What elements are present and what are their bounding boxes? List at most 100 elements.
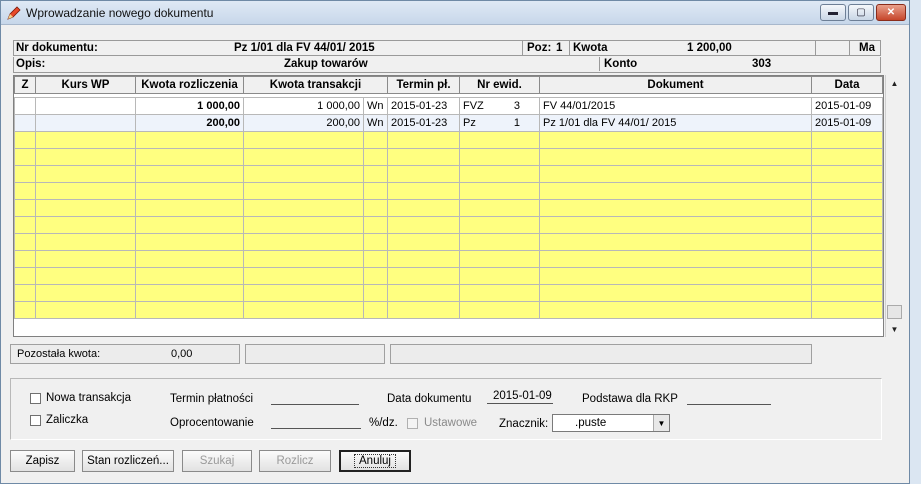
- maximize-button[interactable]: ▢: [848, 4, 874, 21]
- scroll-thumb[interactable]: [887, 305, 902, 319]
- empty-cell[interactable]: [811, 199, 883, 217]
- empty-cell[interactable]: [363, 250, 388, 268]
- empty-cell[interactable]: [14, 301, 36, 319]
- empty-cell[interactable]: [35, 165, 136, 183]
- empty-cell[interactable]: [14, 216, 36, 234]
- empty-cell[interactable]: [14, 250, 36, 268]
- empty-cell[interactable]: [458, 131, 541, 149]
- data-dokumentu-value[interactable]: 2015-01-09: [493, 390, 552, 402]
- stan-rozliczen-button[interactable]: Stan rozliczeń...: [82, 450, 174, 472]
- empty-cell[interactable]: [458, 216, 541, 234]
- empty-cell[interactable]: [35, 301, 136, 319]
- empty-cell[interactable]: [14, 131, 36, 149]
- cell-nr-ewid[interactable]: Pz 1: [458, 114, 541, 132]
- empty-cell[interactable]: [135, 250, 244, 268]
- cell-kwota-transakcji[interactable]: 1 000,00: [243, 97, 364, 115]
- empty-cell[interactable]: [811, 182, 883, 200]
- empty-cell[interactable]: [243, 216, 364, 234]
- cell-kwota-rozliczenia[interactable]: 200,00: [135, 114, 244, 132]
- empty-cell[interactable]: [14, 233, 36, 251]
- empty-cell[interactable]: [458, 267, 541, 285]
- empty-cell[interactable]: [135, 301, 244, 319]
- cell-kurs[interactable]: [35, 114, 136, 132]
- empty-row[interactable]: [14, 131, 883, 149]
- cell-kwota-transakcji[interactable]: 200,00: [243, 114, 364, 132]
- empty-cell[interactable]: [243, 267, 364, 285]
- empty-cell[interactable]: [458, 165, 541, 183]
- empty-cell[interactable]: [539, 148, 813, 166]
- empty-cell[interactable]: [539, 199, 813, 217]
- empty-cell[interactable]: [539, 301, 813, 319]
- empty-cell[interactable]: [458, 301, 541, 319]
- column-termin[interactable]: Termin pł.: [387, 76, 460, 94]
- empty-cell[interactable]: [14, 165, 36, 183]
- rozlicz-button[interactable]: Rozlicz: [259, 450, 331, 472]
- empty-cell[interactable]: [539, 131, 813, 149]
- empty-cell[interactable]: [363, 182, 388, 200]
- minimize-button[interactable]: ▬: [820, 4, 846, 21]
- empty-cell[interactable]: [135, 182, 244, 200]
- empty-cell[interactable]: [363, 148, 388, 166]
- empty-cell[interactable]: [539, 284, 813, 302]
- cell-strona[interactable]: Wn: [363, 114, 388, 132]
- scroll-down-button[interactable]: ▼: [886, 321, 903, 337]
- empty-cell[interactable]: [811, 233, 883, 251]
- cell-z[interactable]: [14, 97, 36, 115]
- cell-data[interactable]: 2015-01-09: [811, 114, 883, 132]
- cell-nr-ewid[interactable]: FVZ 3: [458, 97, 541, 115]
- empty-cell[interactable]: [363, 131, 388, 149]
- cell-termin[interactable]: 2015-01-23: [387, 114, 460, 132]
- empty-cell[interactable]: [35, 216, 136, 234]
- empty-row[interactable]: [14, 148, 883, 166]
- empty-cell[interactable]: [363, 267, 388, 285]
- empty-cell[interactable]: [243, 250, 364, 268]
- nowa-transakcja-checkbox[interactable]: [30, 393, 41, 404]
- empty-cell[interactable]: [458, 250, 541, 268]
- empty-cell[interactable]: [458, 199, 541, 217]
- empty-cell[interactable]: [811, 301, 883, 319]
- empty-row[interactable]: [14, 199, 883, 217]
- empty-cell[interactable]: [539, 267, 813, 285]
- empty-cell[interactable]: [387, 148, 460, 166]
- empty-cell[interactable]: [14, 267, 36, 285]
- cell-dokument[interactable]: FV 44/01/2015: [539, 97, 813, 115]
- empty-cell[interactable]: [458, 148, 541, 166]
- empty-cell[interactable]: [363, 284, 388, 302]
- szukaj-button[interactable]: Szukaj: [182, 450, 252, 472]
- column-nr-ewid[interactable]: Nr ewid.: [458, 76, 541, 94]
- empty-row[interactable]: [14, 284, 883, 302]
- empty-cell[interactable]: [135, 216, 244, 234]
- oprocentowanie-field[interactable]: [271, 428, 361, 429]
- empty-cell[interactable]: [811, 148, 883, 166]
- empty-cell[interactable]: [35, 284, 136, 302]
- cell-kwota-rozliczenia[interactable]: 1 000,00: [135, 97, 244, 115]
- empty-cell[interactable]: [35, 199, 136, 217]
- empty-cell[interactable]: [387, 233, 460, 251]
- empty-cell[interactable]: [35, 233, 136, 251]
- empty-cell[interactable]: [387, 301, 460, 319]
- empty-cell[interactable]: [35, 131, 136, 149]
- podstawa-rkp-field[interactable]: [687, 404, 771, 405]
- empty-cell[interactable]: [539, 216, 813, 234]
- empty-cell[interactable]: [458, 182, 541, 200]
- chevron-down-icon[interactable]: ▼: [653, 415, 669, 431]
- empty-cell[interactable]: [243, 284, 364, 302]
- empty-cell[interactable]: [35, 267, 136, 285]
- ustawowe-checkbox[interactable]: [407, 418, 418, 429]
- empty-cell[interactable]: [539, 165, 813, 183]
- empty-cell[interactable]: [363, 233, 388, 251]
- title-bar[interactable]: Wprowadzanie nowego dokumentu ▬ ▢ ✕: [1, 1, 909, 25]
- cell-dokument[interactable]: Pz 1/01 dla FV 44/01/ 2015: [539, 114, 813, 132]
- empty-row[interactable]: [14, 250, 883, 268]
- empty-cell[interactable]: [387, 284, 460, 302]
- table-row[interactable]: 1 000,00 1 000,00 Wn 2015-01-23 FVZ 3 FV …: [14, 97, 883, 115]
- empty-cell[interactable]: [363, 165, 388, 183]
- settlement-grid[interactable]: Z Kurs WP Kwota rozliczenia Kwota transa…: [13, 75, 884, 337]
- table-row[interactable]: 200,00 200,00 Wn 2015-01-23 Pz 1 Pz 1/01 …: [14, 114, 883, 132]
- empty-cell[interactable]: [35, 250, 136, 268]
- empty-cell[interactable]: [243, 148, 364, 166]
- empty-cell[interactable]: [458, 233, 541, 251]
- column-dokument[interactable]: Dokument: [539, 76, 813, 94]
- empty-cell[interactable]: [135, 131, 244, 149]
- empty-cell[interactable]: [35, 182, 136, 200]
